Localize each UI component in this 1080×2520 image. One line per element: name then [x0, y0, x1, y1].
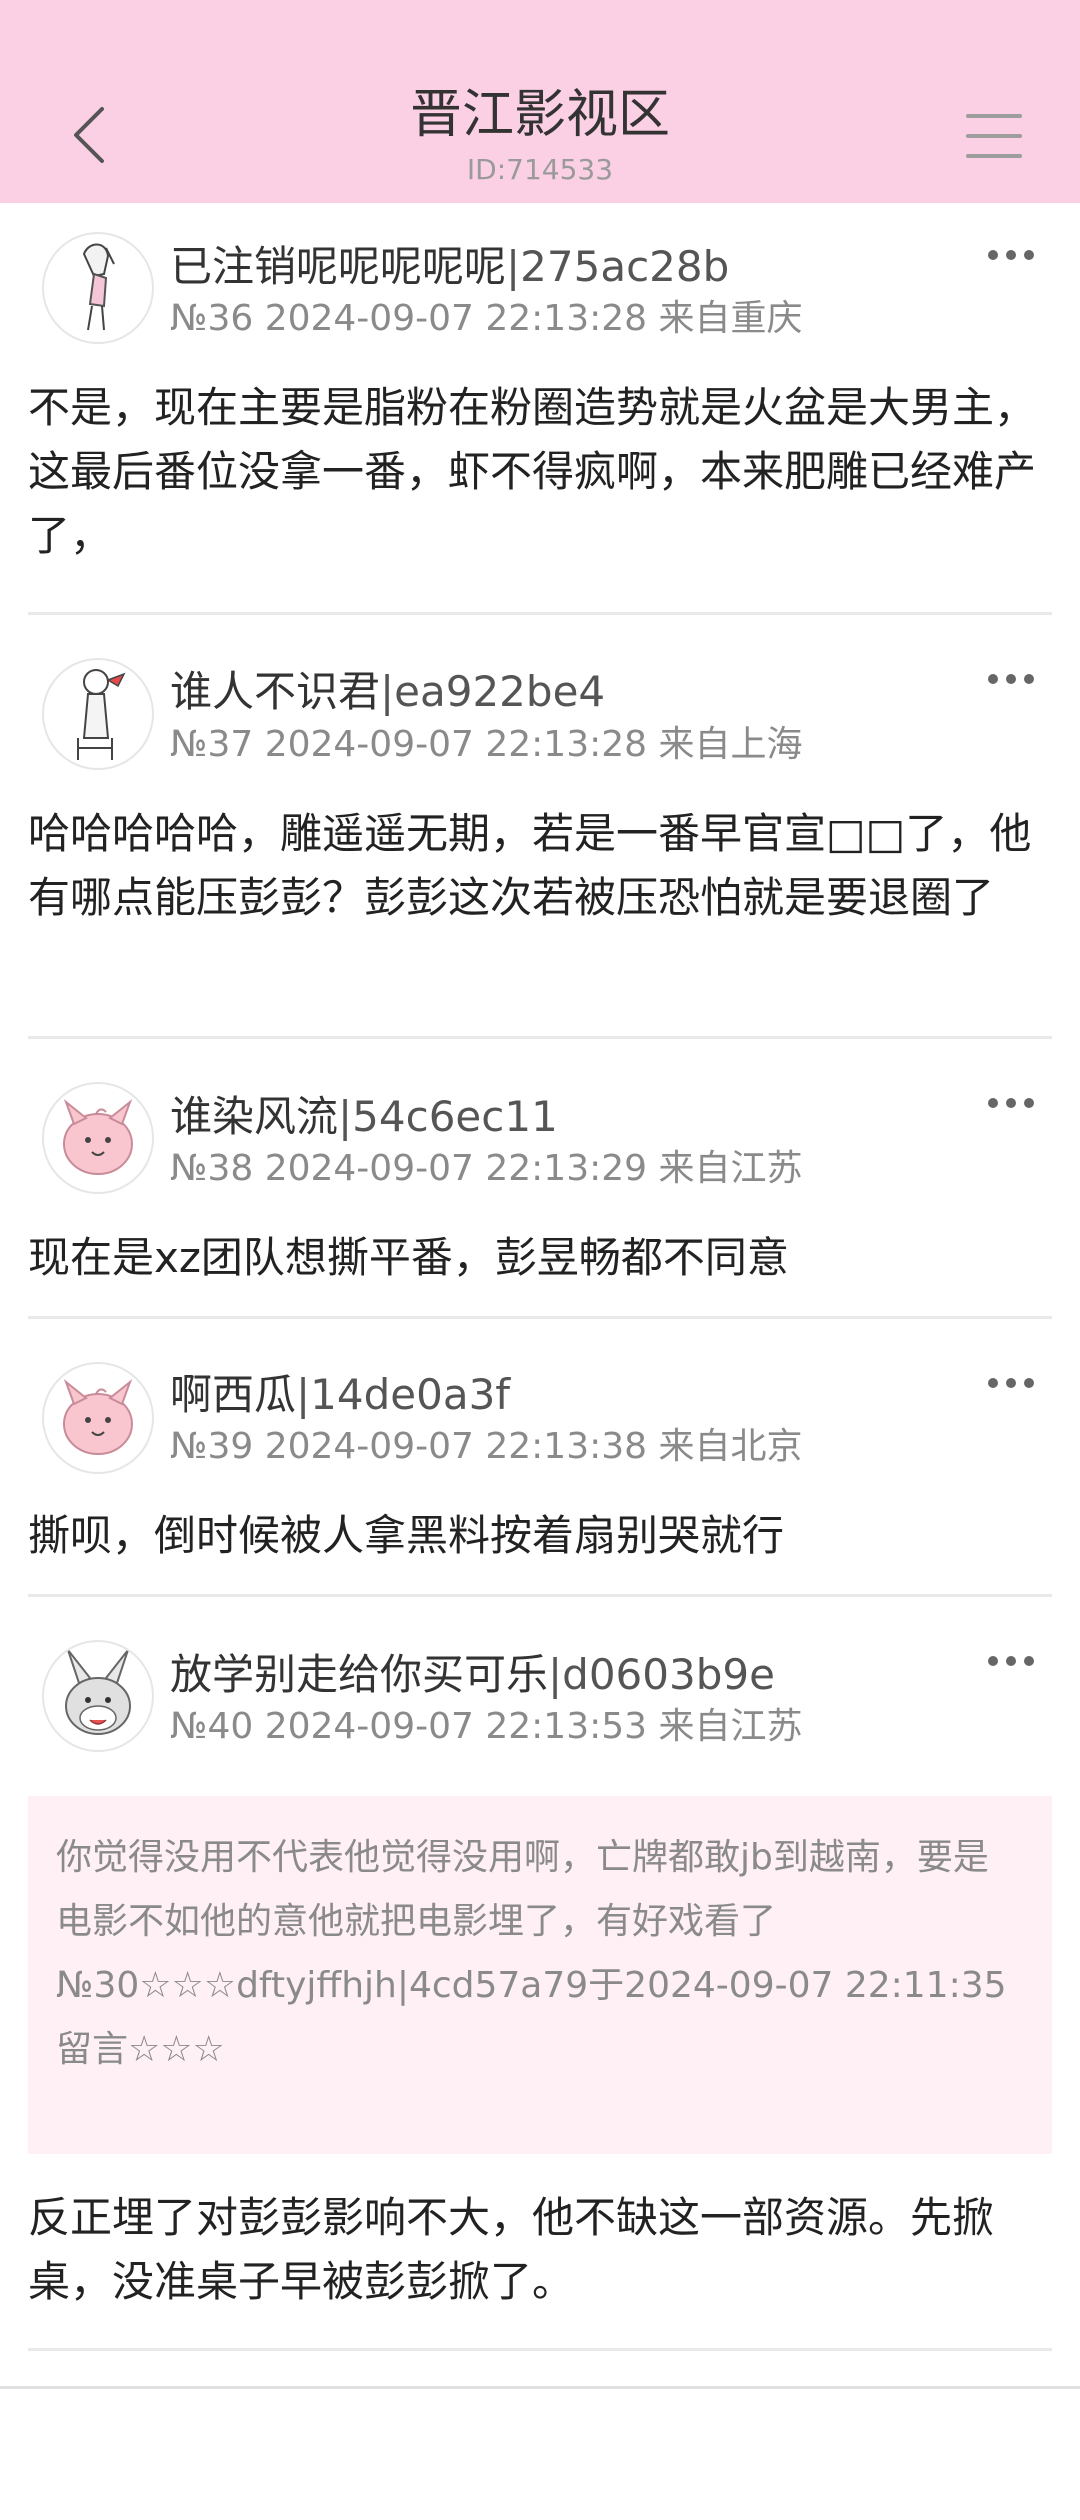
more-options-button[interactable] [988, 670, 1034, 690]
more-options-button[interactable] [988, 1652, 1034, 1672]
ellipsis-icon [988, 250, 998, 260]
menu-icon [966, 114, 1022, 118]
quoted-reply[interactable]: 你觉得没用不代表他觉得没用啊，亡牌都敢jb到越南，要是电影不如他的意他就把电影埋… [28, 1796, 1052, 2154]
post-content: 不是，现在主要是脂粉在粉圈造势就是火盆是大男主，这最后番位没拿一番，虾不得疯啊，… [28, 383, 1037, 560]
post-author[interactable]: 谁人不识君|ea922be4 [170, 665, 605, 719]
post-meta: №37 2024-09-07 22:13:28 来自上海 [170, 724, 803, 765]
post-meta: №39 2024-09-07 22:13:38 来自北京 [170, 1426, 803, 1467]
avatar[interactable] [42, 1362, 154, 1474]
post-content: 反正埋了对彭彭影响不大，他不缺这一部资源。先掀桌，没准桌子早被彭彭掀了。 [28, 2193, 995, 2306]
post-author[interactable]: 谁染风流|54c6ec11 [170, 1090, 558, 1144]
divider [28, 612, 1052, 615]
ellipsis-icon [988, 1656, 998, 1666]
post-content: 现在是xz团队想撕平番，彭昱畅都不同意 [28, 1233, 789, 1282]
post-meta: №40 2024-09-07 22:13:53 来自江苏 [170, 1706, 803, 1747]
post-author[interactable]: 已注销呢呢呢呢呢|275ac28b [170, 240, 729, 294]
avatar[interactable] [42, 658, 154, 770]
avatar[interactable] [42, 1640, 154, 1752]
forum-title: 晋江影视区 [409, 85, 670, 145]
more-options-button[interactable] [988, 1374, 1034, 1394]
more-options-button[interactable] [988, 1094, 1034, 1114]
divider [28, 1036, 1052, 1039]
anime-girl-avatar-icon [82, 243, 115, 331]
divider [28, 1316, 1052, 1319]
list-end-line [0, 2386, 1080, 2389]
clefairy-avatar-icon [63, 1098, 133, 1175]
sketch-girl-avatar-icon [77, 669, 126, 760]
rabbit-avatar-icon [65, 1649, 131, 1735]
thread-page: 晋江影视区 ID:714533 已注销呢呢呢呢呢|275ac28b №36 20… [0, 0, 1080, 2520]
menu-button[interactable] [966, 108, 1030, 164]
top-bar: 晋江影视区 ID:714533 [0, 0, 1080, 203]
post-content: 撕呗，倒时候被人拿黑料按着扇别哭就行 [28, 1511, 785, 1560]
quote-reference: №30☆☆☆dftyjffhjh|4cd57a79于2024-09-07 22:… [56, 1965, 1007, 2070]
quote-text: 你觉得没用不代表他觉得没用啊，亡牌都敢jb到越南，要是电影不如他的意他就把电影埋… [56, 1837, 989, 1942]
divider [28, 1594, 1052, 1597]
forum-id: ID:714533 [466, 153, 614, 186]
more-options-button[interactable] [988, 246, 1034, 266]
ellipsis-icon [988, 1378, 998, 1388]
post-meta: №36 2024-09-07 22:13:28 来自重庆 [170, 298, 803, 339]
post-meta: №38 2024-09-07 22:13:29 来自江苏 [170, 1148, 803, 1189]
avatar[interactable] [42, 232, 154, 344]
ellipsis-icon [988, 1098, 998, 1108]
post-author[interactable]: 啊西瓜|14de0a3f [170, 1368, 510, 1422]
post-author[interactable]: 放学别走给你买可乐|d0603b9e [170, 1648, 775, 1702]
clefairy-avatar-icon [63, 1378, 133, 1455]
ellipsis-icon [988, 674, 998, 684]
avatar[interactable] [42, 1082, 154, 1194]
post-content: 哈哈哈哈哈，雕遥遥无期，若是一番早官宣□□了，他有哪点能压彭彭？彭彭这次若被压恐… [28, 809, 1032, 922]
divider [28, 2348, 1052, 2351]
